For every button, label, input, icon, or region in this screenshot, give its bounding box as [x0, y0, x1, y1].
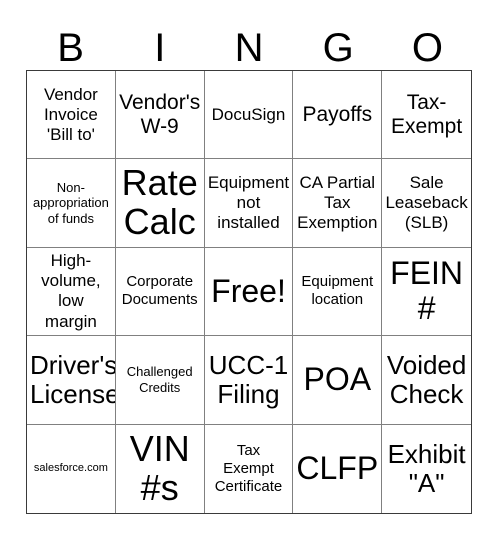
bingo-cell[interactable]: High- volume, low margin	[27, 247, 116, 337]
bingo-cell[interactable]: UCC-1 Filing	[204, 336, 294, 425]
bingo-cell[interactable]: salesforce.com	[27, 424, 116, 513]
bingo-cell[interactable]: Sale Leaseback (SLB)	[382, 159, 471, 248]
bingo-cell-label: CLFP	[296, 450, 379, 487]
bingo-cell[interactable]: Payoffs	[293, 71, 383, 160]
bingo-cell-label: Tax Exempt Certificate	[214, 441, 283, 495]
bingo-cell[interactable]: Tax Exempt Certificate	[204, 424, 294, 513]
bingo-cell[interactable]: CA Partial Tax Exemption	[293, 159, 383, 248]
bingo-cell[interactable]: DocuSign	[204, 71, 294, 160]
bingo-cell[interactable]: Corporate Documents	[115, 247, 205, 337]
header-letter-b: B	[57, 26, 84, 70]
bingo-cell[interactable]: Free!	[204, 247, 294, 337]
bingo-grid: Vendor Invoice 'Bill to' Vendor's W-9 Docu…	[26, 70, 472, 514]
bingo-cell[interactable]: Rate Calc	[115, 159, 205, 248]
bingo-cell-label: Vendor Invoice 'Bill to'	[43, 84, 98, 144]
bingo-card: B I N G O Vendor Invoice 'Bill to' Vendor…	[0, 0, 500, 544]
bingo-cell-label: High- volume, low margin	[41, 251, 101, 331]
bingo-cell-label: Vendor's W-9	[119, 90, 201, 138]
bingo-cell[interactable]: FEIN #	[382, 247, 471, 337]
header-letter-o: O	[411, 26, 443, 70]
bingo-header: B I N G O	[26, 16, 472, 70]
bingo-cell-label: Exhibit "A"	[387, 438, 466, 498]
bingo-cell[interactable]: Vendor's W-9	[115, 71, 205, 160]
bingo-cell[interactable]: Tax- Exempt	[382, 71, 471, 160]
bingo-cell-label: salesforce.com	[33, 462, 108, 475]
bingo-cell-label: Voided Check	[386, 349, 467, 409]
bingo-cell-label: POA	[303, 361, 372, 398]
bingo-cell[interactable]: Non- appropriation of funds	[27, 159, 116, 248]
bingo-cell-label: Equipment location	[301, 273, 374, 309]
bingo-cell-label: FEIN #	[390, 255, 464, 327]
header-letter-n: N	[234, 26, 264, 70]
bingo-cell[interactable]: Exhibit "A"	[382, 424, 471, 513]
bingo-cell-label: Driver's License	[30, 349, 116, 409]
bingo-cell-label: Tax- Exempt	[390, 90, 463, 138]
bingo-cell-label: Free!	[211, 272, 286, 309]
bingo-cell-label: Challenged Credits	[126, 364, 193, 395]
bingo-cell[interactable]: POA	[293, 336, 383, 425]
header-letter-g: G	[322, 26, 354, 70]
bingo-cell[interactable]: CLFP	[293, 424, 383, 513]
bingo-cell-label: CA Partial Tax Exemption	[297, 173, 378, 233]
bingo-cell[interactable]: VIN #s	[115, 424, 205, 513]
bingo-cell[interactable]: Equipment location	[293, 247, 383, 337]
bingo-cell-label: DocuSign	[211, 104, 286, 124]
bingo-cell-label: UCC-1 Filing	[208, 349, 289, 409]
bingo-cell-label: VIN #s	[129, 427, 190, 508]
bingo-cell-label: Corporate Documents	[121, 273, 198, 309]
bingo-cell[interactable]: Challenged Credits	[115, 336, 205, 425]
bingo-cell-label: Non- appropriation of funds	[32, 179, 109, 226]
bingo-cell[interactable]: Equipment not installed	[204, 159, 294, 248]
bingo-cell-label: Rate Calc	[121, 162, 198, 243]
bingo-cell[interactable]: Vendor Invoice 'Bill to'	[27, 71, 116, 160]
bingo-cell-label: Sale Leaseback (SLB)	[385, 173, 468, 233]
bingo-cell-label: Payoffs	[302, 102, 373, 126]
bingo-cell[interactable]: Driver's License	[27, 336, 116, 425]
header-letter-i: I	[154, 26, 166, 70]
bingo-cell[interactable]: Voided Check	[382, 336, 471, 425]
bingo-cell-label: Equipment not installed	[207, 173, 290, 233]
